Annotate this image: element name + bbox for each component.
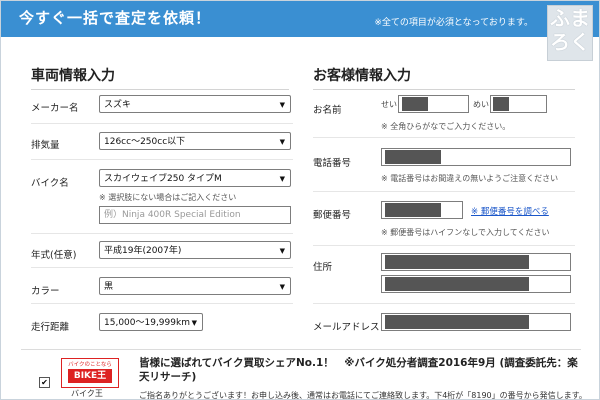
- mileage-label: 走行距離: [31, 322, 70, 333]
- sei-label: せい: [381, 100, 397, 109]
- company-checkbox[interactable]: ✔: [39, 377, 50, 388]
- chevron-down-icon: ▼: [279, 138, 285, 146]
- form-frame: 今すぐ一括で査定を依頼！ ※全ての項目が必須となっております。 ふま ろく 車両…: [0, 0, 600, 400]
- bike-name-note: ※ 選択肢にない場合はご記入ください: [99, 193, 237, 202]
- address-label: 住所: [313, 262, 333, 273]
- color-select[interactable]: 黒 ▼: [99, 277, 291, 295]
- maker-select[interactable]: スズキ ▼: [99, 95, 291, 113]
- header-bar: 今すぐ一括で査定を依頼！ ※全ての項目が必須となっております。: [1, 1, 599, 37]
- logo-line2: ろく: [550, 30, 590, 54]
- chevron-down-icon: ▼: [279, 247, 285, 255]
- divider: [31, 303, 293, 304]
- redacted-text: [402, 97, 428, 111]
- divider: [313, 191, 575, 192]
- redacted-text: [385, 277, 529, 291]
- logo-line1: ふま: [550, 6, 590, 30]
- email-label: メールアドレス: [313, 322, 380, 333]
- name-label: お名前: [313, 105, 342, 116]
- mileage-select[interactable]: 15,000～19,999km ▼: [99, 313, 203, 331]
- redacted-text: [385, 315, 529, 329]
- mileage-value: 15,000～19,999km: [104, 318, 190, 328]
- phone-label: 電話番号: [313, 158, 352, 169]
- logo-wordmark: BIKE王: [68, 369, 112, 383]
- chevron-down-icon: ▼: [279, 175, 285, 183]
- zip-note: ※ 郵便番号はハイフンなしで入力してください: [381, 228, 550, 237]
- header-title: 今すぐ一括で査定を依頼！: [19, 9, 212, 27]
- logo-tagline: バイクのことなら: [68, 362, 112, 368]
- company-description: ご指名ありがとうございます！お申し込み後、通常はお電話にてご連絡致します。下4桁…: [139, 391, 587, 400]
- displacement-label: 排気量: [31, 140, 60, 151]
- redacted-text: [493, 97, 509, 111]
- required-note: ※全ての項目が必須となっております。: [374, 18, 533, 28]
- chevron-down-icon: ▼: [279, 101, 285, 109]
- phone-note: ※ 電話番号はお間違えの無いようご注意ください: [381, 174, 559, 183]
- divider: [313, 303, 575, 304]
- divider: [31, 267, 293, 268]
- year-value: 平成19年(2007年): [104, 246, 182, 256]
- site-logo: ふま ろく: [547, 5, 593, 61]
- chevron-down-icon: ▼: [191, 319, 197, 327]
- zip-lookup-link[interactable]: ※ 郵便番号を調べる: [471, 205, 549, 217]
- displacement-value: 126cc～250cc以下: [104, 137, 186, 147]
- company-headline: 皆様に選ばれてバイク買取シェアNo.1！ ※バイク処分者調査2016年9月 (調…: [139, 357, 578, 383]
- divider: [31, 159, 293, 160]
- divider: [313, 137, 575, 138]
- company-row: ✔ バイクのことなら BIKE王 バイク王 皆様に選ばれてバイク買取シェアNo.…: [21, 349, 587, 399]
- bike-o-logo: バイクのことなら BIKE王: [61, 358, 119, 388]
- year-select[interactable]: 平成19年(2007年) ▼: [99, 241, 291, 259]
- name-note: ※ 全角ひらがなでご入力ください。: [381, 122, 511, 131]
- divider: [31, 123, 293, 124]
- divider: [31, 233, 293, 234]
- bike-name-input[interactable]: 例）Ninja 400R Special Edition: [99, 206, 291, 224]
- customer-section-title: お客様情報入力: [313, 65, 575, 90]
- company-name: バイク王: [71, 389, 103, 398]
- bike-name-select[interactable]: スカイウェイブ250 タイプM ▼: [99, 169, 291, 187]
- chevron-down-icon: ▼: [279, 283, 285, 291]
- zip-label: 郵便番号: [313, 210, 352, 221]
- bike-name-value: スカイウェイブ250 タイプM: [104, 174, 222, 184]
- vehicle-section-title: 車両情報入力: [31, 65, 289, 90]
- maker-value: スズキ: [104, 100, 132, 110]
- year-label: 年式(任意): [31, 250, 77, 261]
- redacted-text: [385, 255, 529, 269]
- color-label: カラー: [31, 286, 60, 297]
- maker-label: メーカー名: [31, 103, 79, 114]
- redacted-text: [385, 150, 441, 164]
- redacted-text: [385, 203, 441, 217]
- bike-name-label: バイク名: [31, 178, 69, 189]
- displacement-select[interactable]: 126cc～250cc以下 ▼: [99, 132, 291, 150]
- mei-label: めい: [473, 100, 489, 109]
- color-value: 黒: [104, 282, 114, 292]
- divider: [313, 245, 575, 246]
